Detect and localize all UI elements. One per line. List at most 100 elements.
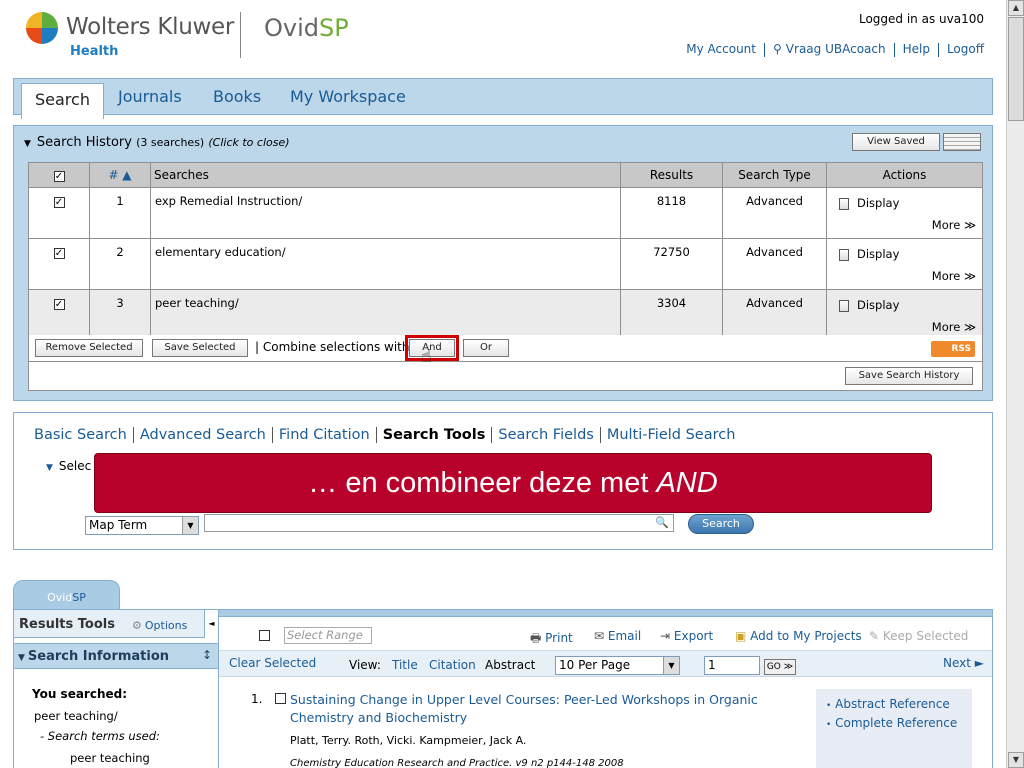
tutorial-banner: … en combineer deze met AND bbox=[94, 453, 932, 513]
tab-advanced-search[interactable]: Advanced Search bbox=[140, 427, 266, 443]
scroll-up-icon[interactable]: ▲ bbox=[1008, 0, 1024, 16]
tab-search-tools[interactable]: Search Tools bbox=[383, 427, 486, 443]
email-button[interactable]: ✉ Email bbox=[594, 629, 641, 643]
or-button[interactable]: Or bbox=[463, 339, 509, 357]
next-page-link[interactable]: Next ► bbox=[943, 656, 984, 670]
abstract-reference-link[interactable]: Abstract Reference bbox=[835, 697, 950, 711]
banner-emphasis: AND bbox=[656, 467, 718, 499]
view-label: View: bbox=[349, 658, 381, 672]
row-actions: Display More ≫ bbox=[826, 187, 983, 239]
more-action[interactable]: More ≫ bbox=[932, 320, 976, 334]
printer-icon: 🖶 bbox=[530, 631, 542, 645]
save-search-history-button[interactable]: Save Search History bbox=[845, 367, 973, 385]
export-icon: ⇥ bbox=[660, 629, 671, 643]
tab-journals[interactable]: Journals bbox=[118, 79, 182, 115]
ovidsp-page: Wolters Kluwer Health OvidSP Logged in a… bbox=[0, 0, 1024, 768]
go-button[interactable]: GO ≫ bbox=[764, 659, 796, 675]
expand-collapse-icon[interactable]: ↕ bbox=[202, 648, 212, 662]
help-link[interactable]: Help bbox=[903, 42, 930, 56]
row-select bbox=[28, 289, 90, 341]
combine-label: | Combine selections with: bbox=[255, 340, 414, 354]
more-action[interactable]: More ≫ bbox=[932, 269, 976, 283]
view-abstract-current[interactable]: Abstract bbox=[485, 658, 535, 672]
row-checkbox[interactable] bbox=[53, 299, 65, 310]
table-row: 2 elementary education/ 72750 Advanced D… bbox=[28, 238, 983, 290]
select-label: Selec bbox=[58, 459, 92, 473]
select-all-results-checkbox[interactable] bbox=[259, 630, 270, 641]
display-action[interactable]: Display bbox=[839, 247, 899, 261]
select-all-checkbox[interactable] bbox=[53, 171, 65, 182]
row-checkbox[interactable] bbox=[53, 248, 65, 259]
vraag-ubacoach-link[interactable]: Vraag UBAcoach bbox=[786, 42, 886, 56]
select-range-input[interactable]: Select Range bbox=[284, 627, 372, 644]
add-to-projects-button[interactable]: ▣ Add to My Projects bbox=[735, 629, 862, 643]
search-history-toggle[interactable]: ▼ Search History (3 searches) (Click to c… bbox=[24, 135, 290, 150]
display-label: Display bbox=[857, 247, 900, 261]
more-action[interactable]: More ≫ bbox=[932, 218, 976, 232]
view-citation-link[interactable]: Citation bbox=[429, 658, 476, 672]
num-sort-header[interactable]: # ▲ bbox=[89, 162, 151, 188]
tab-search-fields[interactable]: Search Fields bbox=[498, 427, 593, 443]
tab-basic-search[interactable]: Basic Search bbox=[34, 427, 127, 443]
search-input[interactable]: 🔍 bbox=[204, 514, 674, 532]
divider bbox=[599, 427, 601, 443]
results-sidebar: Results Tools ⚙ Options ◄ ▼ Search Informa… bbox=[13, 609, 219, 768]
row-select bbox=[28, 187, 90, 239]
clear-selected-link[interactable]: Clear Selected bbox=[229, 656, 316, 670]
search-information-header[interactable]: ▼ Search Information ↕ bbox=[14, 643, 218, 669]
page-number-input[interactable]: 1 bbox=[704, 656, 760, 675]
complete-reference-link[interactable]: Complete Reference bbox=[835, 716, 957, 730]
view-title-link[interactable]: Title bbox=[392, 658, 418, 672]
tab-sp: SP bbox=[72, 591, 86, 604]
select-all-header bbox=[28, 162, 90, 188]
tab-books[interactable]: Books bbox=[213, 79, 261, 115]
ovidsp-results-tab[interactable]: OvidSP bbox=[13, 580, 120, 610]
keep-selected-button[interactable]: ✎ Keep Selected bbox=[869, 629, 968, 643]
vertical-scrollbar[interactable]: ▲ ▼ bbox=[1006, 0, 1024, 768]
row-checkbox[interactable] bbox=[53, 197, 65, 208]
tool-select[interactable]: Map Term ▼ bbox=[85, 516, 199, 535]
logoff-link[interactable]: Logoff bbox=[947, 42, 984, 56]
gear-icon: ⚙ bbox=[132, 619, 142, 632]
scroll-down-icon[interactable]: ▼ bbox=[1008, 752, 1024, 768]
click-to-close-hint: (Click to close) bbox=[208, 136, 290, 149]
search-information-label: Search Information bbox=[27, 649, 170, 664]
per-page-select[interactable]: 10 Per Page ▼ bbox=[555, 656, 680, 675]
collapse-triangle-icon: ▼ bbox=[24, 139, 31, 149]
search-button[interactable]: Search bbox=[688, 514, 754, 534]
view-saved-button[interactable]: View Saved bbox=[852, 133, 940, 151]
tab-ovid: Ovid bbox=[47, 591, 73, 604]
tab-find-citation[interactable]: Find Citation bbox=[279, 427, 370, 443]
select-resource-toggle[interactable]: ▼ Selec bbox=[46, 459, 91, 473]
tab-multi-field-search[interactable]: Multi-Field Search bbox=[607, 427, 736, 443]
ovidsp-logo[interactable]: OvidSP bbox=[264, 14, 349, 42]
row-type: Advanced bbox=[722, 187, 827, 239]
save-selected-button[interactable]: Save Selected bbox=[152, 339, 248, 357]
row-actions: Display More ≫ bbox=[826, 238, 983, 290]
display-action[interactable]: Display bbox=[839, 196, 899, 210]
remove-selected-button[interactable]: Remove Selected bbox=[35, 339, 143, 357]
history-actions-bar: Remove Selected Save Selected | Combine … bbox=[28, 335, 983, 362]
display-action[interactable]: Display bbox=[839, 298, 899, 312]
my-account-link[interactable]: My Account bbox=[686, 42, 756, 56]
history-footer: Save Search History bbox=[28, 362, 983, 391]
result-title-link[interactable]: Sustaining Change in Upper Level Courses… bbox=[290, 691, 790, 727]
tab-search[interactable]: Search bbox=[21, 83, 104, 119]
folder-icon: ▣ bbox=[735, 629, 747, 643]
triangle-icon: ▼ bbox=[46, 463, 53, 473]
rss-button[interactable]: RSS bbox=[931, 341, 975, 357]
bullet: • bbox=[826, 720, 832, 730]
keep-selected-label: Keep Selected bbox=[882, 629, 969, 643]
search-count: (3 searches) bbox=[136, 136, 205, 149]
brand-sub: Health bbox=[70, 44, 119, 59]
options-button[interactable]: ⚙ Options bbox=[132, 619, 187, 632]
result-authors: Platt, Terry. Roth, Vicki. Kampmeier, Ja… bbox=[290, 734, 527, 747]
result-checkbox[interactable] bbox=[275, 693, 286, 704]
print-button[interactable]: 🖶 Print bbox=[530, 629, 573, 650]
export-button[interactable]: ⇥ Export bbox=[660, 629, 713, 643]
collapse-sidebar-icon[interactable]: ◄ bbox=[204, 610, 218, 638]
grid-view-icon[interactable] bbox=[943, 133, 981, 151]
scroll-thumb[interactable] bbox=[1008, 17, 1024, 121]
tab-my-workspace[interactable]: My Workspace bbox=[290, 79, 406, 115]
per-page-value: 10 Per Page bbox=[559, 658, 631, 672]
